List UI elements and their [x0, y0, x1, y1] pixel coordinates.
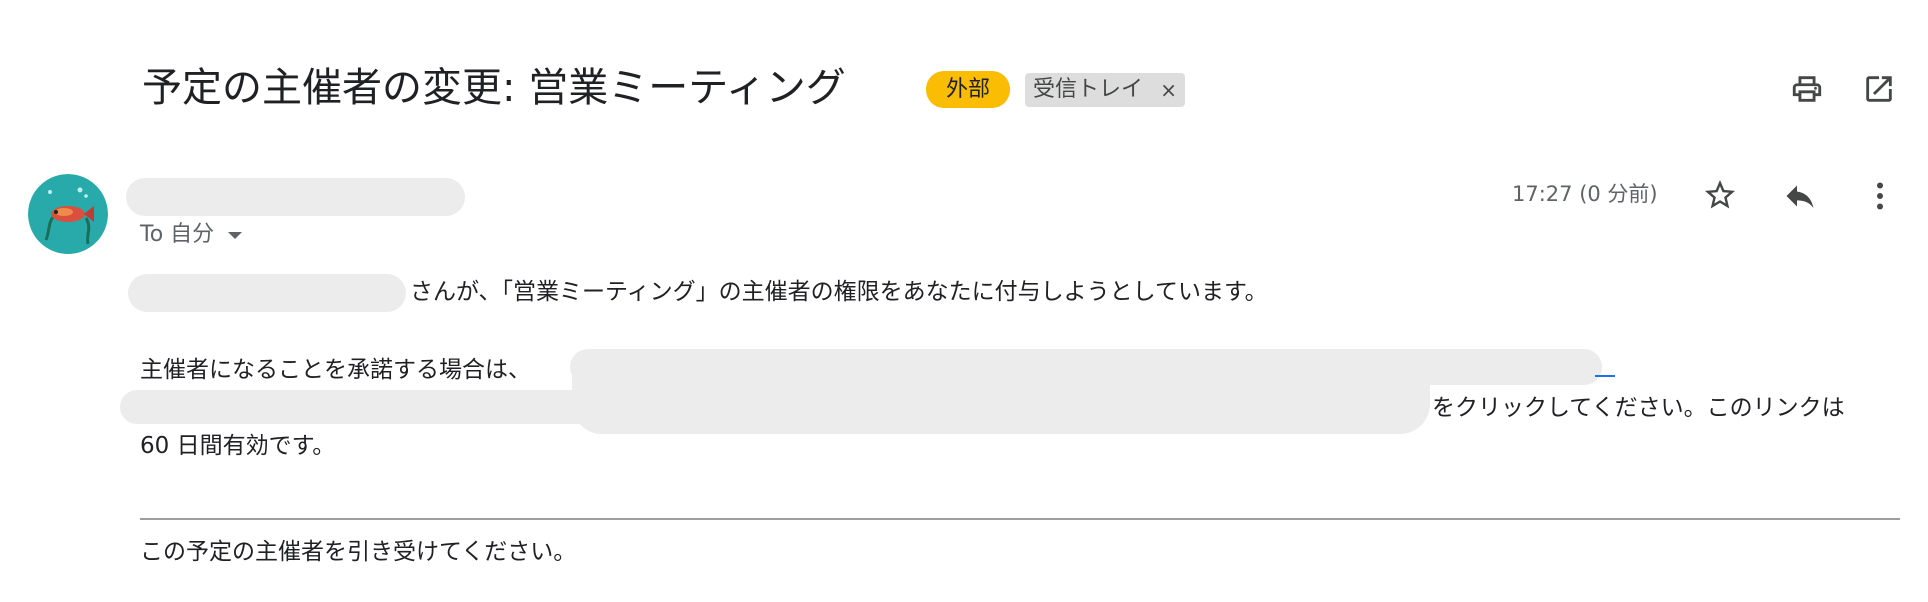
- email-subject: 予定の主催者の変更: 営業ミーティング: [142, 65, 846, 111]
- open-in-new-window-icon[interactable]: [1862, 72, 1896, 106]
- email-timestamp: 17:27 (0 分前): [1512, 182, 1658, 206]
- link-underline: [1595, 375, 1615, 377]
- accept-link-redacted-continued[interactable]: [572, 350, 1430, 434]
- recipient-label: To 自分: [140, 222, 215, 247]
- remove-label-icon[interactable]: ×: [1160, 73, 1177, 107]
- body-line-3: をクリックしてください。このリンクは: [1432, 395, 1845, 421]
- sender-name-redacted: [126, 178, 465, 216]
- star-icon[interactable]: [1702, 177, 1738, 213]
- chevron-down-icon: [228, 231, 243, 239]
- label-inbox-chip[interactable]: 受信トレイ ×: [1025, 73, 1185, 107]
- body-footer: この予定の主催者を引き受けてください。: [140, 539, 577, 565]
- sender-avatar[interactable]: [28, 174, 108, 254]
- more-vert-icon[interactable]: [1862, 178, 1898, 214]
- recipient-details-toggle[interactable]: To 自分: [140, 219, 243, 251]
- reply-icon[interactable]: [1782, 178, 1818, 214]
- body-line-1: さんが、「営業ミーティング」の主催者の権限をあなたに付与しようとしています。: [410, 279, 1268, 305]
- accept-link-redacted-wrap[interactable]: [120, 390, 594, 424]
- requester-name-redacted: [128, 274, 406, 312]
- body-divider: [140, 518, 1900, 520]
- label-inbox-text: 受信トレイ: [1033, 77, 1144, 102]
- label-external-badge: 外部: [926, 71, 1010, 108]
- body-line-4: 60 日間有効です。: [140, 433, 336, 459]
- body-line-2: 主催者になることを承諾する場合は、: [140, 357, 531, 383]
- print-icon[interactable]: [1790, 72, 1824, 106]
